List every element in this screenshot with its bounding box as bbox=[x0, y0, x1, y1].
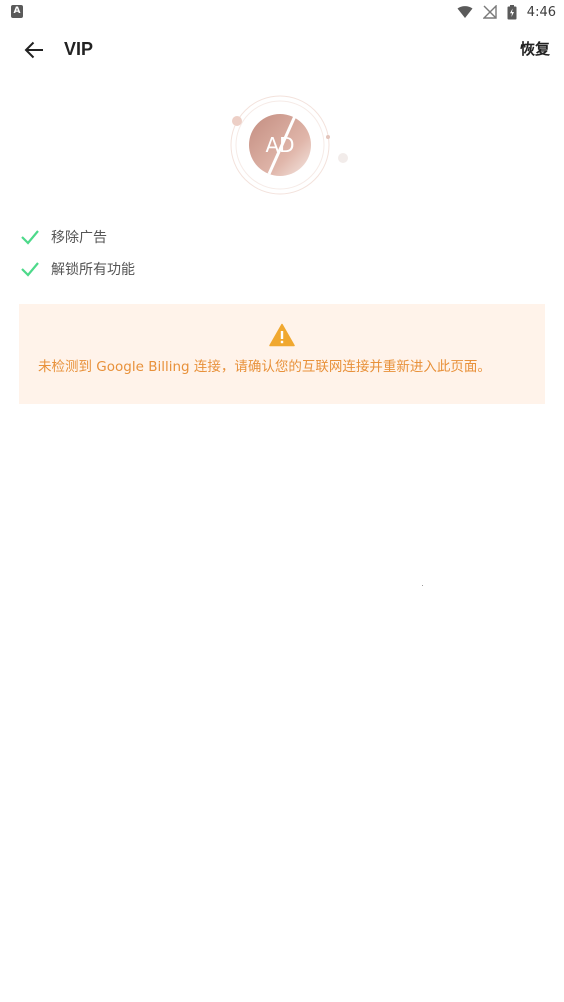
vip-screen: A 4:46 VIP 恢复 AD 移除广告 解锁所有功能 未检测到 Google… bbox=[0, 0, 564, 1002]
status-time: 4:46 bbox=[526, 4, 556, 20]
no-signal-icon bbox=[482, 5, 497, 19]
feature-label: 移除广告 bbox=[51, 230, 107, 246]
status-bar: A 4:46 bbox=[0, 0, 564, 24]
warning-message: 未检测到 Google Billing 连接，请确认您的互联网连接并重新进入此页… bbox=[38, 359, 491, 375]
feature-unlock-all: 解锁所有功能 bbox=[20, 257, 135, 281]
billing-warning-box: 未检测到 Google Billing 连接，请确认您的互联网连接并重新进入此页… bbox=[19, 304, 545, 404]
notification-a-icon: A bbox=[11, 5, 23, 18]
battery-icon bbox=[507, 4, 517, 19]
back-button[interactable] bbox=[14, 34, 54, 66]
ad-logo-text: AD bbox=[265, 133, 294, 157]
status-icons: 4:46 bbox=[457, 3, 556, 21]
page-title: VIP bbox=[64, 39, 94, 59]
check-icon bbox=[21, 262, 39, 277]
wifi-icon bbox=[457, 6, 473, 18]
feature-label: 解锁所有功能 bbox=[51, 262, 135, 278]
warning-icon bbox=[269, 323, 295, 347]
stray-dot bbox=[422, 585, 423, 586]
check-icon bbox=[21, 230, 39, 245]
feature-remove-ads: 移除广告 bbox=[20, 225, 107, 249]
ad-block-icon: AD bbox=[230, 95, 348, 195]
app-bar: VIP 恢复 bbox=[0, 24, 564, 76]
arrow-left-icon bbox=[24, 41, 43, 59]
restore-button[interactable]: 恢复 bbox=[520, 36, 550, 62]
